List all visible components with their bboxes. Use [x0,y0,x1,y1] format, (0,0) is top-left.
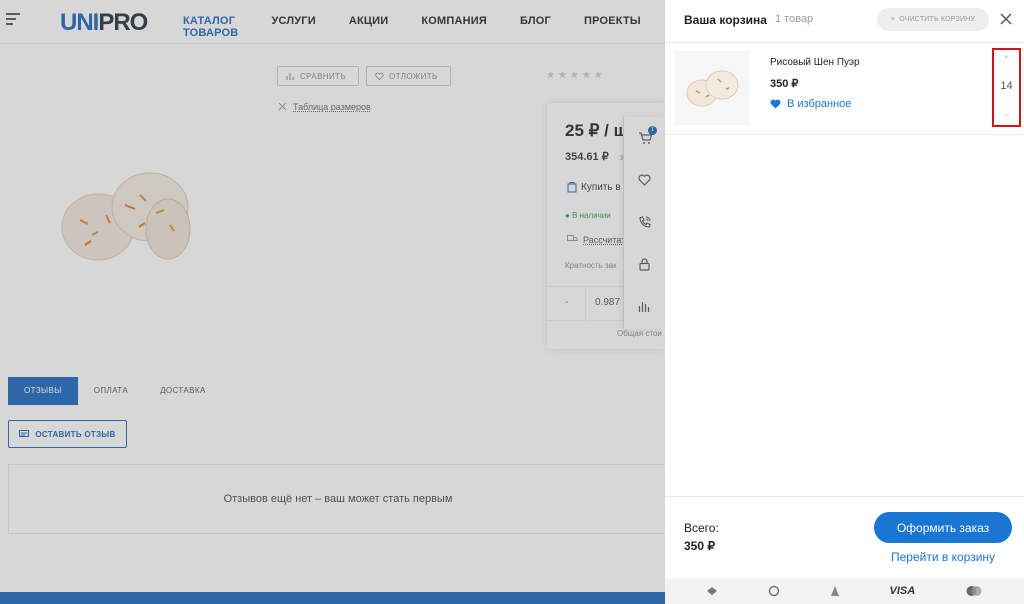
tea-thumb [686,70,739,107]
cart-header: Ваша корзина 1 товар × ОЧИСТИТЬ КОРЗИНУ [665,0,1024,43]
cart-item-price: 350 ₽ [770,78,799,90]
heart-filled-icon [770,99,781,109]
cart-title: Ваша корзина [684,13,767,27]
clear-cart-button[interactable]: × ОЧИСТИТЬ КОРЗИНУ [877,8,989,31]
mastercard-icon [966,586,982,596]
cart-footer: Всего: 350 ₽ Оформить заказ Перейти в ко… [665,496,1024,578]
payment-icon-1 [706,587,717,595]
payment-icon-3 [830,586,839,596]
total-label: Всего: [684,521,719,535]
modal-overlay[interactable] [0,0,665,604]
payment-methods: VISA [665,578,1024,604]
page: UNIPRO КАТАЛОГ ТОВАРОВ УСЛУГИ АКЦИИ КОМП… [0,0,1024,604]
total-value: 350 ₽ [684,539,715,553]
cart-item: Рисовый Шен Пуэр 350 ₽ В избранное [665,43,1024,135]
qty-plus-button[interactable]: + [994,52,1019,62]
favorites-label: В избранное [787,98,852,110]
clear-cart-label: ОЧИСТИТЬ КОРЗИНУ [899,16,976,23]
cart-drawer: Ваша корзина 1 товар × ОЧИСТИТЬ КОРЗИНУ … [665,0,1024,604]
cart-count: 1 товар [775,13,814,25]
payment-icon-2 [768,585,780,597]
add-to-favorites[interactable]: В избранное [770,98,851,110]
quantity-stepper[interactable]: + 14 – [992,48,1021,127]
qty-minus-button[interactable]: – [994,110,1019,120]
visa-logo: VISA [889,585,916,597]
close-icon[interactable] [999,12,1013,26]
x-small-icon: × [890,16,896,23]
cart-item-name[interactable]: Рисовый Шен Пуэр [770,57,860,68]
qty-input[interactable]: 14 [994,80,1019,92]
go-to-cart-link[interactable]: Перейти в корзину [891,550,995,564]
checkout-button[interactable]: Оформить заказ [874,512,1012,543]
cart-item-image[interactable] [675,51,749,125]
